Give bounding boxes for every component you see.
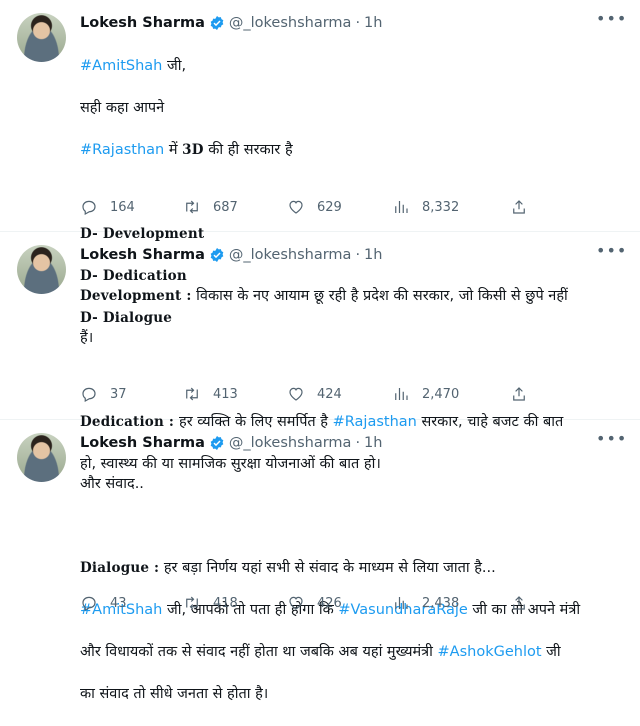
- reply-button[interactable]: 164: [80, 196, 135, 218]
- author-name[interactable]: Lokesh Sharma: [80, 435, 205, 451]
- share-button[interactable]: [510, 592, 528, 614]
- author-handle[interactable]: @_lokeshsharma: [229, 15, 352, 31]
- views-button[interactable]: 2,438: [392, 592, 459, 614]
- text-line: हैं।: [80, 330, 94, 346]
- retweet-button[interactable]: 687: [183, 196, 238, 218]
- avatar[interactable]: [17, 245, 66, 294]
- reply-icon: [82, 387, 96, 402]
- tweet[interactable]: Lokesh Sharma @_lokeshsharma · 1h ••• De…: [0, 232, 640, 472]
- text-segment: जी,: [162, 58, 187, 74]
- reply-count: 37: [110, 386, 127, 402]
- retweet-button[interactable]: 413: [183, 383, 238, 405]
- like-button[interactable]: 424: [287, 383, 342, 405]
- text-segment: जी: [541, 644, 561, 660]
- text-line: और संवाद..: [80, 476, 144, 492]
- reply-button[interactable]: 43: [80, 592, 127, 614]
- retweet-button[interactable]: 418: [183, 592, 238, 614]
- retweet-count: 418: [213, 595, 238, 611]
- author-handle[interactable]: @_lokeshsharma: [229, 247, 352, 263]
- share-icon: [513, 387, 525, 401]
- hashtag-link[interactable]: #AshokGehlot: [438, 644, 542, 660]
- reply-icon: [82, 200, 96, 215]
- heart-icon: [289, 200, 303, 214]
- tweet[interactable]: Lokesh Sharma @_lokeshsharma · 1h ••• #A…: [0, 0, 640, 326]
- retweet-icon: [186, 200, 198, 214]
- verified-badge-icon: [210, 248, 224, 262]
- views-icon: [395, 597, 408, 609]
- like-button[interactable]: 629: [287, 196, 342, 218]
- text-segment: की ही सरकार है: [203, 142, 293, 158]
- tweet-text: और संवाद.. Dialogue : हर बड़ा निर्णय यहा…: [80, 453, 620, 726]
- avatar[interactable]: [17, 13, 66, 62]
- reply-count: 43: [110, 595, 127, 611]
- retweet-icon: [186, 387, 198, 401]
- heart-icon: [289, 596, 303, 610]
- tweet-header: Lokesh Sharma @_lokeshsharma · 1h: [80, 12, 382, 34]
- like-count: 629: [317, 199, 342, 215]
- text-segment-bold: Dialogue :: [80, 560, 160, 576]
- text-segment: हर बड़ा निर्णय यहां सभी से संवाद के माध्…: [159, 560, 496, 576]
- text-segment-bold: Development :: [80, 288, 192, 304]
- separator: ·: [355, 15, 361, 31]
- timestamp[interactable]: 1h: [364, 435, 382, 451]
- tweet-header: Lokesh Sharma @_lokeshsharma · 1h: [80, 244, 382, 266]
- tweet-header: Lokesh Sharma @_lokeshsharma · 1h: [80, 432, 382, 454]
- author-name[interactable]: Lokesh Sharma: [80, 247, 205, 263]
- verified-badge-icon: [210, 16, 224, 30]
- like-count: 424: [317, 386, 342, 402]
- hashtag-link[interactable]: #AmitShah: [80, 58, 162, 74]
- hashtag-link[interactable]: #Rajasthan: [80, 142, 164, 158]
- timestamp[interactable]: 1h: [364, 15, 382, 31]
- reply-button[interactable]: 37: [80, 383, 127, 405]
- view-count: 2,470: [422, 386, 460, 402]
- timestamp[interactable]: 1h: [364, 247, 382, 263]
- text-line: का संवाद तो सीधे जनता से होता है।: [80, 686, 269, 702]
- share-icon: [513, 200, 525, 214]
- retweet-count: 413: [213, 386, 238, 402]
- text-segment: और विधायकों तक से संवाद नहीं होता था जबक…: [80, 644, 438, 660]
- separator: ·: [355, 247, 361, 263]
- views-icon: [395, 388, 408, 400]
- tweet[interactable]: Lokesh Sharma @_lokeshsharma · 1h ••• और…: [0, 420, 640, 702]
- more-icon[interactable]: •••: [596, 243, 626, 266]
- author-name[interactable]: Lokesh Sharma: [80, 15, 205, 31]
- share-icon: [513, 596, 525, 610]
- reply-icon: [82, 596, 96, 611]
- retweet-count: 687: [213, 199, 238, 215]
- reply-count: 164: [110, 199, 135, 215]
- views-button[interactable]: 8,332: [392, 196, 459, 218]
- more-icon[interactable]: •••: [596, 11, 626, 34]
- avatar[interactable]: [17, 433, 66, 482]
- view-count: 8,332: [422, 199, 460, 215]
- views-icon: [395, 201, 408, 213]
- text-segment: में: [164, 142, 183, 158]
- retweet-icon: [186, 596, 198, 610]
- share-button[interactable]: [510, 383, 528, 405]
- like-count: 426: [317, 595, 342, 611]
- views-button[interactable]: 2,470: [392, 383, 459, 405]
- verified-badge-icon: [210, 436, 224, 450]
- like-button[interactable]: 426: [287, 592, 342, 614]
- author-handle[interactable]: @_lokeshsharma: [229, 435, 352, 451]
- text-segment: विकास के नए आयाम छू रही है प्रदेश की सरक…: [191, 288, 568, 304]
- text-segment-bold: 3D: [182, 142, 204, 158]
- share-button[interactable]: [510, 196, 528, 218]
- heart-icon: [289, 387, 303, 401]
- separator: ·: [355, 435, 361, 451]
- more-icon[interactable]: •••: [596, 431, 626, 454]
- text-line: सही कहा आपने: [80, 100, 165, 116]
- view-count: 2,438: [422, 595, 460, 611]
